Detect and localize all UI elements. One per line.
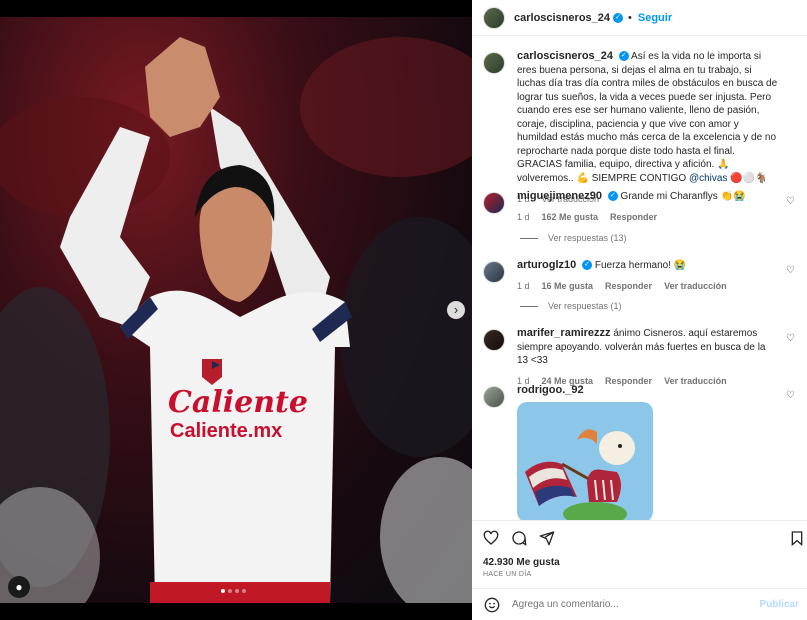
heart-icon[interactable] xyxy=(483,530,499,546)
verified-icon: ✓ xyxy=(607,191,618,202)
comment-avatar[interactable] xyxy=(483,329,505,351)
view-replies-link[interactable]: Ver respuestas (13) xyxy=(520,233,627,243)
header-separator: • xyxy=(628,11,632,24)
comment-text: Grande mi Charanflys 👏😭 xyxy=(620,191,746,202)
next-slide-chevron-right-icon[interactable]: › xyxy=(447,301,465,319)
comment-avatar[interactable] xyxy=(483,192,505,214)
comment-translate-link[interactable]: Ver traducción xyxy=(664,280,727,294)
comment-icon[interactable] xyxy=(511,530,527,546)
comment-avatar[interactable] xyxy=(483,386,505,408)
caption-emojis: 🔴⚪🐐 xyxy=(730,172,768,184)
comment-reply-button[interactable]: Responder xyxy=(610,211,657,225)
author-avatar[interactable] xyxy=(483,6,505,29)
comment-heart-icon[interactable]: ♡ xyxy=(786,333,795,344)
comment-username[interactable]: miguejimenez90 xyxy=(517,190,602,202)
comment-input[interactable]: Agrega un comentario... xyxy=(512,599,760,610)
comment-item: marifer_ramirezzz ánimo Cisneros. aquí e… xyxy=(483,327,801,388)
verified-icon: ✓ xyxy=(618,51,629,62)
carousel-indicator xyxy=(221,589,246,593)
carousel-dot xyxy=(228,589,232,593)
post-timestamp: HACE UN DÍA xyxy=(483,571,532,578)
verified-icon: ✓ xyxy=(582,260,593,271)
author-username[interactable]: carloscisneros_24 xyxy=(514,12,610,24)
post-header: carloscisneros_24 ✓ • Seguir xyxy=(472,0,807,36)
caption-text: Así es la vida no le importa si eres bue… xyxy=(517,51,778,184)
comment-sticker-image xyxy=(517,402,653,520)
post-actions xyxy=(472,520,807,554)
post-media: Caliente Caliente.mx › ● xyxy=(0,0,472,620)
comment-reply-button[interactable]: Responder xyxy=(605,280,652,294)
carousel-dot xyxy=(235,589,239,593)
carousel-dot xyxy=(242,589,246,593)
bookmark-icon[interactable] xyxy=(789,530,805,546)
verified-icon: ✓ xyxy=(613,12,624,23)
comment-username[interactable]: rodrigoo._92 xyxy=(517,384,584,396)
post-panel: carloscisneros_24 ✓ • Seguir carloscisne… xyxy=(472,0,807,620)
comments-list[interactable]: carloscisneros_24 ✓ Así es la vida no le… xyxy=(472,37,807,520)
caption-username[interactable]: carloscisneros_24 xyxy=(517,50,613,62)
sponsor-bottom-text: Caliente.mx xyxy=(170,420,282,442)
follow-button[interactable]: Seguir xyxy=(638,12,672,24)
comment-heart-icon[interactable]: ♡ xyxy=(786,265,795,276)
comment-item: arturoglz10 ✓ Fuerza hermano! 😭 1 d 16 M… xyxy=(483,259,801,293)
sponsor-top-text: Caliente xyxy=(168,385,308,420)
comment-item: miguejimenez90 ✓ Grande mi Charanflys 👏😭… xyxy=(483,190,801,224)
comment-time: 1 d xyxy=(517,211,530,222)
caption-avatar[interactable] xyxy=(483,52,505,74)
emoji-icon[interactable] xyxy=(484,597,500,613)
comment-username[interactable]: marifer_ramirezzz xyxy=(517,327,611,339)
caption: carloscisneros_24 ✓ Así es la vida no le… xyxy=(483,50,801,207)
comment-time: 1 d xyxy=(517,280,530,291)
comment-username[interactable]: arturoglz10 xyxy=(517,259,576,271)
like-count[interactable]: 42.930 Me gusta xyxy=(483,557,560,568)
user-tag-icon[interactable]: ● xyxy=(8,576,30,598)
post-comment-button[interactable]: Publicar xyxy=(760,599,799,610)
carousel-dot-active xyxy=(221,589,225,593)
comment-likes[interactable]: 162 Me gusta xyxy=(542,211,599,225)
player-illustration: Caliente Caliente.mx xyxy=(0,37,472,603)
comment-text: Fuerza hermano! 😭 xyxy=(594,260,687,271)
caption-mention[interactable]: @chivas xyxy=(689,173,728,184)
comment-heart-icon[interactable]: ♡ xyxy=(786,390,795,401)
comment-heart-icon[interactable]: ♡ xyxy=(786,196,795,207)
add-comment-bar: Agrega un comentario... Publicar xyxy=(472,588,807,620)
view-replies-link[interactable]: Ver respuestas (1) xyxy=(520,301,622,311)
comment-likes[interactable]: 16 Me gusta xyxy=(542,280,594,294)
post-photo: Caliente Caliente.mx xyxy=(0,17,472,603)
share-icon[interactable] xyxy=(539,530,555,546)
comment-avatar[interactable] xyxy=(483,261,505,283)
